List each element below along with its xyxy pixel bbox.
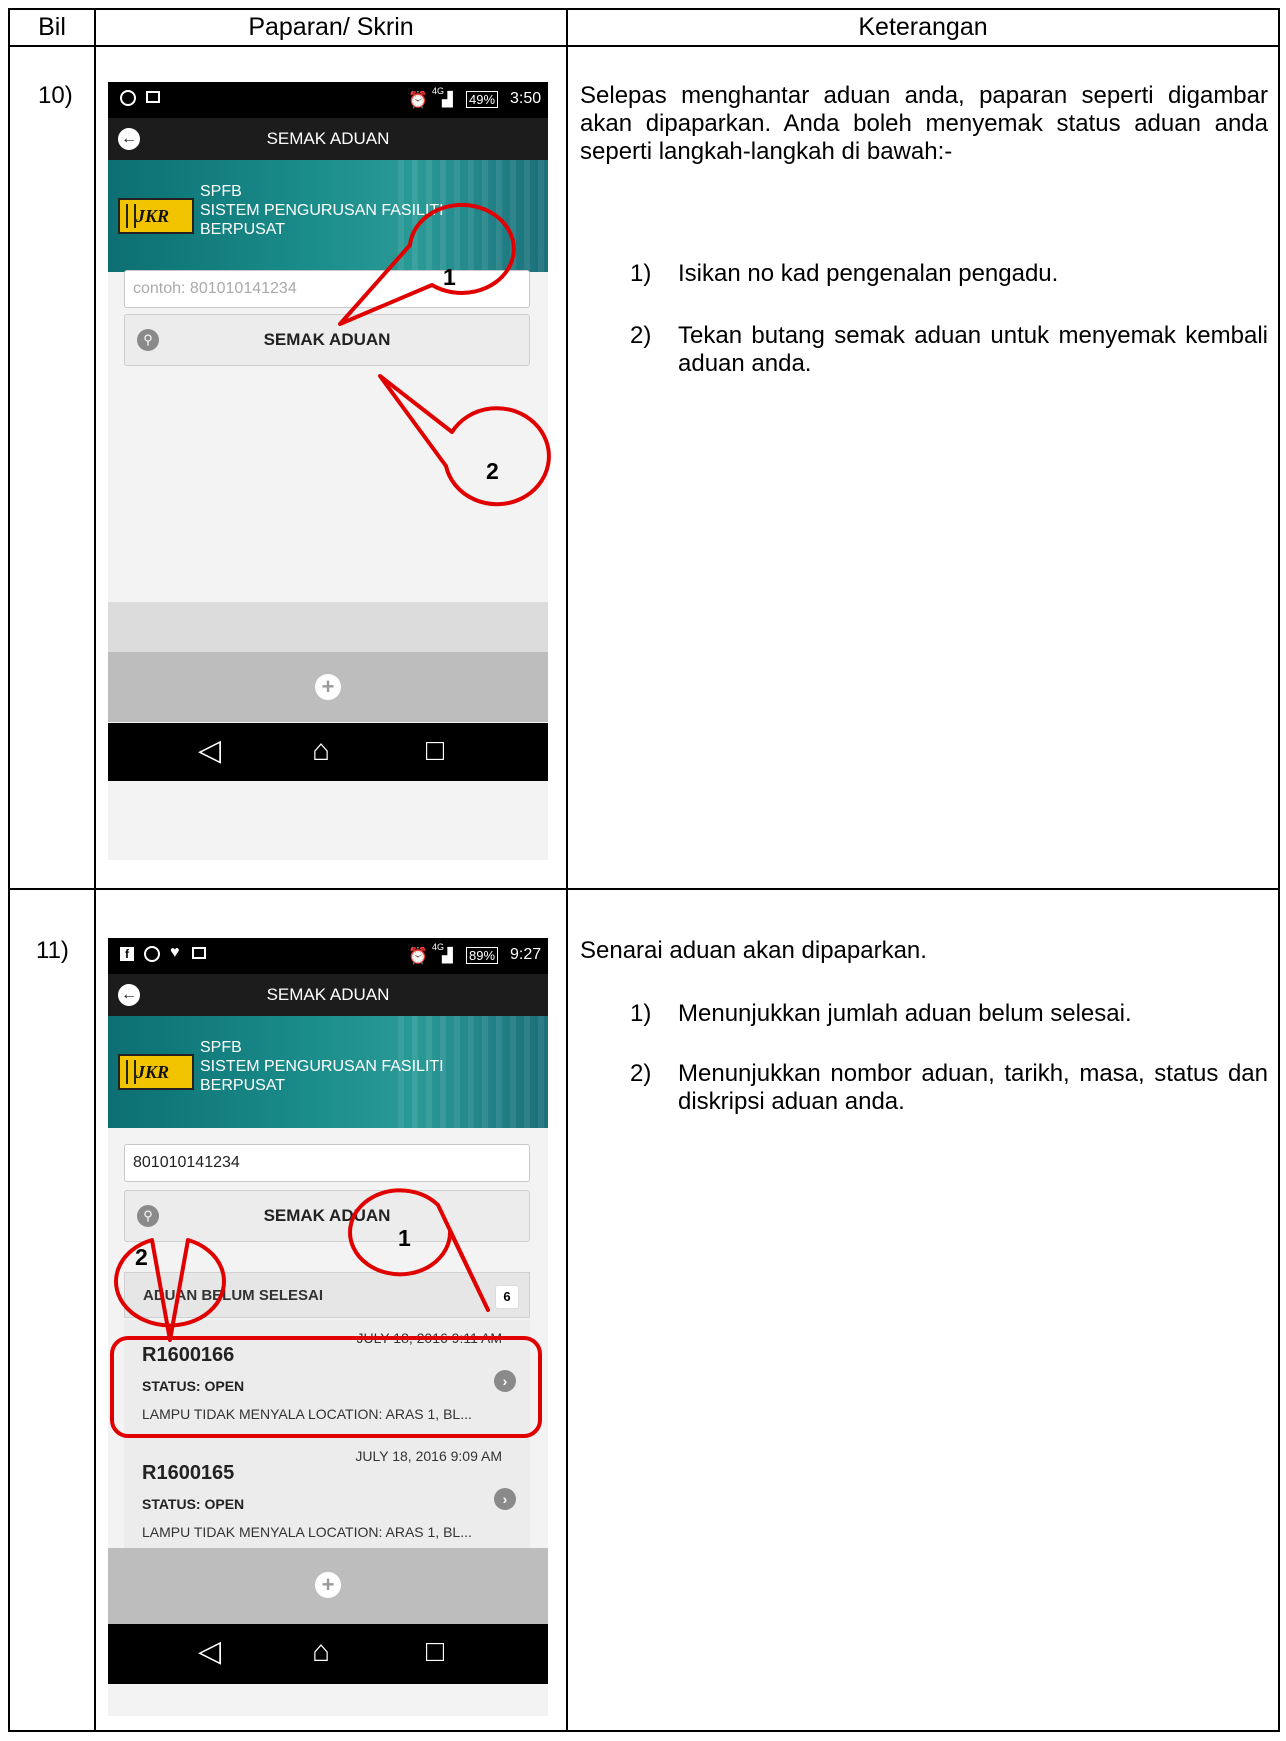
app-banner: JKR SPFB SISTEM PENGURUSAN FASILITI BERP… [108,1016,548,1128]
nav-home-icon[interactable]: ⌂ [312,733,330,769]
pending-count-badge: 6 [495,1285,519,1309]
callout-number: 1 [398,1225,411,1251]
row-11-step-1: 1) Menunjukkan jumlah aduan belum selesa… [630,1000,1268,1030]
row-10-step-2: 2) Tekan butang semak aduan untuk menyem… [630,322,1268,382]
complaint-description: LAMPU TIDAK MENYALA LOCATION: ARAS 1, BL… [142,1524,472,1540]
step-text: Menunjukkan nombor aduan, tarikh, masa, … [678,1060,1268,1115]
screen-title: SEMAK ADUAN [266,985,390,1004]
complaint-status: STATUS: OPEN [142,1378,245,1394]
complaint-card[interactable]: R1600166 JULY 18, 2016 9:11 AM STATUS: O… [124,1320,530,1436]
signal-icon: ▟ [442,91,453,107]
row-10-step-1: 1) Isikan no kad pengenalan pengadu. [630,260,1268,290]
alarm-icon: ⏰ [408,92,428,109]
banner-line-3: BERPUSAT [200,221,286,238]
whatsapp-icon [120,90,136,106]
alarm-icon: ⏰ [408,948,428,965]
banner-line-2: SISTEM PENGURUSAN FASILITI [200,202,444,219]
complaint-datetime: JULY 18, 2016 9:09 AM [355,1448,502,1464]
nav-back-icon[interactable]: ◁ [198,1634,221,1670]
step-text: Isikan no kad pengenalan pengadu. [678,260,1059,287]
phone-screen-2: f ♥ ⏰ 4G ▟ 89% 9:27 ← SEMAK ADUAN JKR SP… [108,938,548,1716]
table-border-bottom [8,1730,1280,1732]
nav-recent-icon[interactable]: □ [426,733,444,769]
callout-number: 2 [486,458,499,484]
step-number: 2) [630,322,652,349]
jkr-logo: JKR [118,198,194,234]
banner-text: SPFB SISTEM PENGURUSAN FASILITI BERPUSAT [200,182,444,239]
add-icon[interactable]: + [315,1572,341,1598]
complaint-number: R1600165 [142,1462,235,1484]
status-time: 9:27 [510,946,542,963]
chevron-right-icon[interactable]: › [494,1488,516,1510]
gallery-icon [146,91,160,103]
header-keterangan: Keterangan [858,13,988,41]
ic-number-input[interactable]: contoh: 801010141234 [124,270,530,308]
callout-number: 1 [443,264,456,290]
list-header-label: ADUAN BELUM SELESAI [143,1287,324,1304]
nav-home-icon[interactable]: ⌂ [312,1634,330,1670]
battery-indicator: 89% [466,947,499,964]
table-border-right [1278,8,1280,1732]
complaint-status: STATUS: OPEN [142,1496,245,1512]
table-row-divider [8,888,1280,890]
action-bar: ← SEMAK ADUAN [108,118,548,160]
nav-recent-icon[interactable]: □ [426,1634,444,1670]
complaint-list-header: ADUAN BELUM SELESAI 6 [124,1272,530,1318]
row-11-step-2: 2) Menunjukkan nombor aduan, tarikh, mas… [630,1060,1268,1120]
banner-text: SPFB SISTEM PENGURUSAN FASILITI BERPUSAT [200,1038,444,1095]
nav-back-icon[interactable]: ◁ [198,733,221,769]
complaint-description: LAMPU TIDAK MENYALA LOCATION: ARAS 1, BL… [142,1406,472,1422]
step-text: Menunjukkan jumlah aduan belum selesai. [678,1000,1132,1027]
step-text: Tekan butang semak aduan untuk menyemak … [678,322,1268,377]
table-col-divider-1 [94,8,96,1732]
callout-number: 2 [135,1244,148,1270]
button-label: SEMAK ADUAN [263,1206,391,1225]
jkr-logo: JKR [118,1054,194,1090]
step-number: 1) [630,260,652,287]
phone-screen-1: ⏰ 4G ▟ 49% 3:50 ← SEMAK ADUAN JKR SPFB S… [108,82,548,860]
banner-line-3: BERPUSAT [200,1077,286,1094]
row-number-11: 11) [36,937,69,964]
row-10-description: Selepas menghantar aduan anda, paparan s… [580,82,1268,165]
screen-title: SEMAK ADUAN [266,129,390,148]
android-nav-bar: ◁ ⌂ □ [108,1624,548,1684]
action-bar: ← SEMAK ADUAN [108,974,548,1016]
header-bil: Bil [38,13,66,41]
complaint-card[interactable]: R1600165 JULY 18, 2016 9:09 AM STATUS: O… [124,1438,530,1554]
ic-number-input[interactable]: 801010141234 [124,1144,530,1182]
banner-line-1: SPFB [200,1039,242,1056]
location-icon: ♥ [170,944,180,961]
signal-icon: ▟ [442,947,453,963]
row-11-description: Senarai aduan akan dipaparkan. [580,937,927,964]
semak-aduan-button[interactable]: ⚲ SEMAK ADUAN [124,314,530,366]
footer-strip [108,602,548,652]
gallery-icon [192,947,206,959]
header-paparan: Paparan/ Skrin [248,13,414,41]
facebook-icon: f [120,947,134,961]
row-number-10: 10) [38,82,73,109]
add-bar: + [108,1548,548,1624]
complaint-number: R1600166 [142,1344,235,1366]
table-header-divider [8,45,1280,47]
chevron-right-icon[interactable]: › [494,1370,516,1392]
app-banner: JKR SPFB SISTEM PENGURUSAN FASILITI BERP… [108,160,548,272]
status-bar: ⏰ 4G ▟ 49% 3:50 [108,82,548,118]
whatsapp-icon [144,946,160,962]
add-icon[interactable]: + [315,674,341,700]
complaint-datetime: JULY 18, 2016 9:11 AM [356,1330,502,1346]
add-bar: + [108,652,548,722]
table-border-left [8,8,10,1732]
android-nav-bar: ◁ ⌂ □ [108,723,548,781]
banner-line-1: SPFB [200,183,242,200]
step-number: 2) [630,1060,652,1087]
table-col-divider-2 [566,8,568,1732]
battery-indicator: 49% [466,91,499,108]
status-time: 3:50 [510,90,542,107]
step-number: 1) [630,1000,652,1027]
banner-line-2: SISTEM PENGURUSAN FASILITI [200,1058,444,1075]
status-bar: f ♥ ⏰ 4G ▟ 89% 9:27 [108,938,548,974]
semak-aduan-button[interactable]: ⚲ SEMAK ADUAN [124,1190,530,1242]
button-label: SEMAK ADUAN [263,330,391,349]
